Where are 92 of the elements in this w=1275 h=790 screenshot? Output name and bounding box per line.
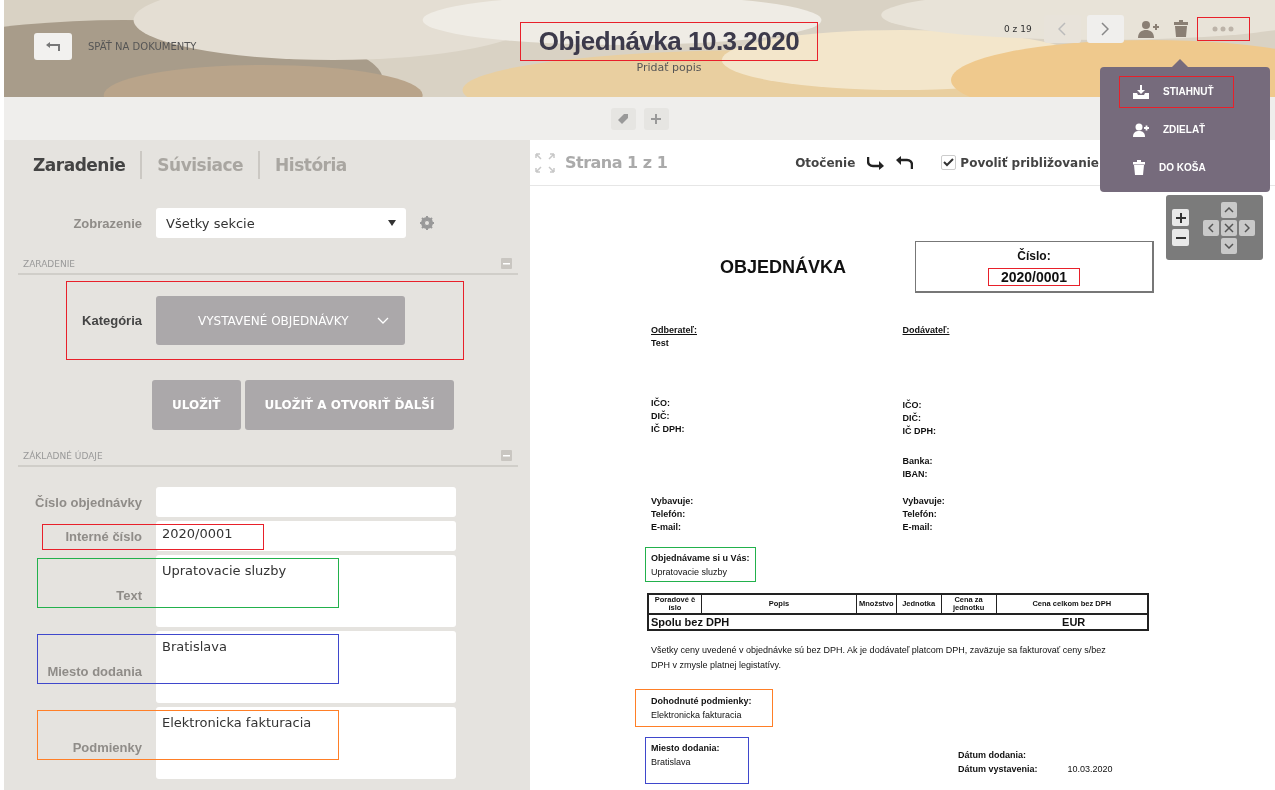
section-heading: ZÁKLADNÉ ÚDAJE [23, 451, 103, 461]
menu-item[interactable]: ZDIELAŤ [1120, 114, 1233, 145]
issue-date-label: Dátum vystavenia: [958, 764, 1038, 775]
field-caption: Vybavuje: [902, 496, 946, 506]
chevron-right-icon [1101, 21, 1110, 36]
input-field[interactable]: Elektronicka fakturacia [156, 707, 456, 779]
issue-date: 10.03.2020 [1067, 764, 1113, 775]
input-field[interactable]: Upratovacie sluzby [156, 555, 456, 627]
trash-icon[interactable] [1173, 20, 1188, 37]
order-number: 2020/0001 [1000, 268, 1068, 285]
input-field[interactable] [156, 487, 456, 517]
pan-down-button[interactable] [1221, 237, 1237, 254]
rotation-label: Otočenie [795, 155, 856, 170]
field-caption: DIČ: [651, 411, 671, 421]
plus-icon [650, 112, 662, 125]
order-label: Objednávame si u Vás: [651, 553, 750, 563]
place-text: Bratislava [651, 757, 692, 768]
chevron-down-icon [377, 317, 389, 324]
add-user-icon[interactable] [1137, 19, 1160, 38]
download-icon [1133, 84, 1149, 99]
plus-icon [1175, 212, 1186, 223]
close-icon [1224, 222, 1234, 233]
buyer-name: Test [651, 338, 670, 348]
tag-icon [617, 112, 629, 125]
tab[interactable]: Zaradenie [33, 155, 126, 175]
chevron-up-icon [1224, 206, 1234, 213]
checkbox-label[interactable]: Povoliť približovanie [960, 155, 1099, 170]
field-label: Číslo objednávky [34, 494, 142, 510]
input-field[interactable]: Bratislava [156, 631, 456, 703]
delivery-date-label: Dátum dodania: [958, 750, 1027, 761]
chevron-left-icon [1208, 222, 1214, 233]
add-description-link[interactable]: Pridať popis [636, 61, 702, 74]
field-label: Miesto dodania [46, 663, 142, 679]
field-caption: IČO: [902, 400, 923, 410]
zoom-out-button[interactable] [1172, 229, 1189, 246]
field-caption: Vybavuje: [651, 496, 695, 506]
order-text: Upratovacie sluzby [651, 567, 729, 577]
total-currency: EUR [996, 613, 1148, 630]
field-caption: Telefón: [651, 509, 687, 519]
return-icon [45, 40, 61, 53]
back-link[interactable]: SPÄŤ NA DOKUMENTY [88, 41, 197, 52]
field-label: Text [115, 587, 142, 603]
trash-icon [1133, 160, 1145, 175]
price-note: Všetky ceny uvedené v objednávke sú bez DPH. Ak je dodávateľ platcom DPH, zaväzuje sa fakturovať ceny s/bez DPH v zmysle platnej legistatívy. [651, 643, 1107, 673]
more-icon [1212, 25, 1235, 32]
add-button[interactable] [643, 107, 669, 130]
settings-icon[interactable] [420, 216, 434, 230]
view-select[interactable]: Všetky sekcie [156, 208, 406, 238]
section-heading: ZARADENIE [23, 259, 76, 269]
field-caption: DIČ: [902, 413, 922, 423]
reset-button[interactable] [1221, 219, 1237, 236]
buyer-label: Odberateľ: [651, 325, 698, 335]
document-title[interactable]: Objednávka 10.3.2020 [538, 26, 800, 57]
dropdown-arrow-icon [388, 220, 396, 226]
field-caption: IBAN: [902, 469, 929, 479]
pan-right-button[interactable] [1239, 219, 1255, 236]
menu-item[interactable]: DO KOŠA [1120, 152, 1233, 183]
rotate-left-icon[interactable] [895, 155, 914, 170]
supplier-label: Dodávateľ: [902, 325, 951, 335]
more-button[interactable] [1197, 17, 1249, 40]
tag-button[interactable] [610, 107, 636, 130]
field-label: Podmienky [71, 739, 142, 755]
field-caption: IČ DPH: [902, 426, 937, 436]
input-field[interactable]: 2020/0001 [156, 521, 456, 551]
view-label: Zobrazenie [72, 215, 142, 231]
number-label: Číslo: [1017, 248, 1051, 263]
menu-item[interactable]: STIAHNUŤ [1120, 76, 1233, 107]
field-caption: Banka: [902, 456, 934, 466]
back-button[interactable] [34, 33, 72, 60]
place-label: Miesto dodania: [651, 743, 721, 754]
terms-text: Elektronicka fakturacia [651, 710, 743, 721]
chevron-right-icon [1244, 222, 1250, 233]
page-indicator: Strana 1 z 1 [565, 153, 668, 172]
category-label: Kategória [81, 313, 142, 328]
chevron-down-icon [1224, 242, 1234, 249]
field-caption: IČ DPH: [651, 424, 686, 434]
field-caption: Telefón: [902, 509, 938, 519]
rotate-right-icon[interactable] [867, 155, 886, 170]
field-caption: IČO: [651, 398, 671, 408]
chevron-left-icon [1058, 21, 1067, 36]
field-caption: E-mail: [902, 522, 934, 532]
zoom-in-button[interactable] [1172, 209, 1189, 226]
document-heading: OBJEDNÁVKA [719, 256, 847, 278]
terms-label: Dohodnuté podmienky: [651, 696, 752, 707]
field-caption: E-mail: [651, 522, 682, 532]
add-user-icon [1133, 122, 1149, 137]
field-label: Interné číslo [64, 528, 142, 544]
pan-left-button[interactable] [1203, 219, 1219, 236]
document-counter: 0 z 19 [1004, 23, 1032, 34]
total-label: Spolu bez DPH [648, 613, 997, 630]
checkbox[interactable] [941, 155, 957, 170]
pan-up-button[interactable] [1221, 201, 1237, 218]
